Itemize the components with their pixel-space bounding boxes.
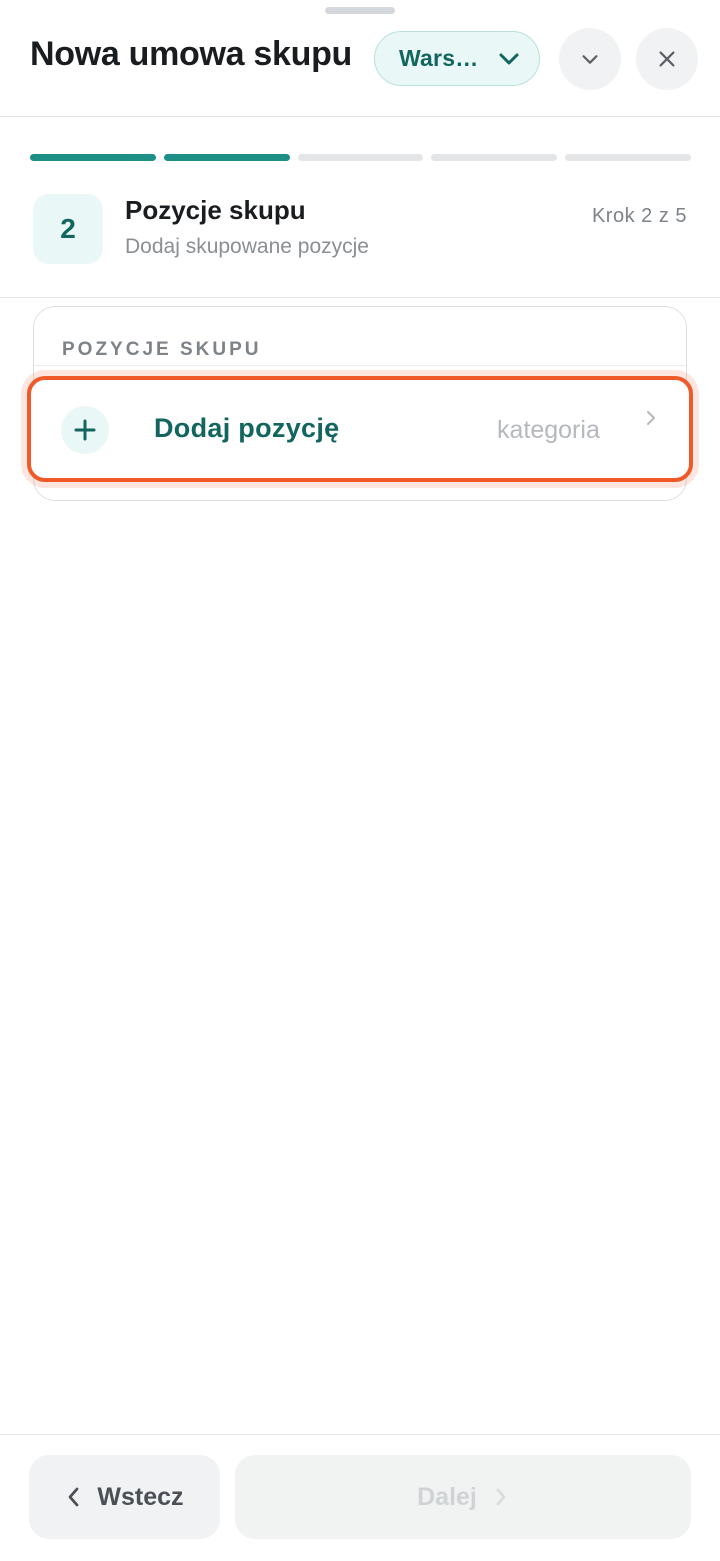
collapse-button[interactable] (559, 28, 621, 90)
close-icon (659, 51, 675, 67)
back-button-label: Wstecz (97, 1482, 184, 1511)
progress-segment (297, 154, 424, 161)
progress-segment (565, 154, 691, 161)
progress-segment (30, 154, 156, 161)
back-button[interactable]: Wstecz (29, 1455, 220, 1539)
add-icon-circle (61, 406, 109, 454)
branch-select[interactable]: Wars… (374, 31, 540, 86)
chevron-right-icon (496, 1488, 506, 1506)
section-label: POZYCJE SKUPU (62, 339, 262, 360)
chevron-down-icon (582, 55, 598, 64)
footer-bar: Wstecz Dalej (0, 1434, 720, 1561)
sheet-header: Nowa umowa skupu Wars… (0, 0, 720, 117)
add-item-button[interactable]: Dodaj pozycję kategoria (27, 376, 693, 482)
add-item-label: Dodaj pozycję (154, 413, 340, 443)
step-progress (30, 154, 691, 161)
step-subtitle: Dodaj skupowane pozycje (125, 235, 369, 258)
progress-segment (431, 154, 558, 161)
chevron-left-icon (69, 1487, 79, 1507)
step-title: Pozycje skupu (125, 195, 306, 225)
divider (0, 297, 720, 298)
chevron-right-icon (647, 411, 655, 425)
step-number-badge: 2 (33, 194, 103, 264)
progress-segment (163, 154, 290, 161)
next-button-label: Dalej (417, 1482, 477, 1511)
branch-select-value: Wars… (399, 45, 479, 71)
step-counter: Krok 2 z 5 (591, 205, 687, 227)
card-divider (34, 365, 686, 366)
close-button[interactable] (636, 28, 698, 90)
chevron-down-icon (499, 53, 519, 65)
plus-icon (74, 419, 96, 441)
page-title: Nowa umowa skupu (30, 35, 353, 73)
next-button[interactable]: Dalej (235, 1455, 691, 1539)
add-item-hint: kategoria (497, 416, 600, 444)
